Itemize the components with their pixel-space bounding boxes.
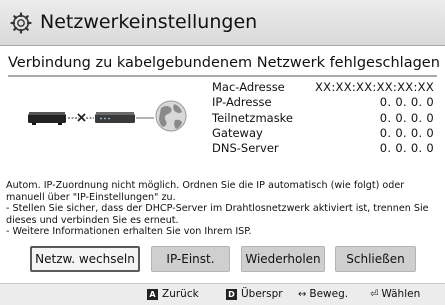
network-info-table: Mac-Adresse XX:XX:XX:XX:XX:XX IP-Adresse…	[212, 80, 434, 156]
info-value: 0. 0. 0. 0	[379, 141, 434, 156]
change-network-button[interactable]: Netzw. wechseln	[30, 246, 140, 272]
d-key-icon: D	[226, 288, 237, 300]
info-label: Mac-Adresse	[212, 80, 285, 94]
retry-button[interactable]: Wiederholen	[241, 246, 325, 272]
info-label: DNS-Server	[212, 141, 279, 156]
enter-icon: ⏎	[370, 288, 379, 300]
hint-label: Überspr	[241, 288, 283, 300]
hint-select[interactable]: ⏎ Wählen	[370, 288, 420, 300]
title-bar: Netzwerkeinstellungen	[0, 0, 445, 46]
info-row-ip: IP-Adresse 0. 0. 0. 0	[212, 95, 434, 110]
message-line: manuell über "IP-Einstellungen" zu.	[6, 191, 176, 203]
divider	[8, 75, 437, 77]
disconnected-link-icon	[68, 113, 94, 122]
hint-back[interactable]: A Zurück	[147, 288, 199, 300]
hint-move[interactable]: ↔ Beweg.	[298, 288, 348, 300]
info-value: XX:XX:XX:XX:XX:XX	[314, 80, 434, 94]
info-row-subnet: Teilnetzmaske 0. 0. 0. 0	[212, 111, 434, 126]
message-line: - Weitere Informationen erhalten Sie von…	[6, 226, 252, 238]
error-message: Autom. IP-Zuordnung nicht möglich. Ordne…	[6, 180, 438, 238]
hint-label: Zurück	[162, 288, 199, 300]
button-row: Netzw. wechseln IP-Einst. Wiederholen Sc…	[0, 246, 445, 274]
a-key-icon: A	[147, 288, 158, 300]
info-value: 0. 0. 0. 0	[379, 110, 434, 125]
close-button[interactable]: Schließen	[335, 246, 416, 272]
router-icon	[95, 112, 135, 123]
hint-label: Wählen	[381, 288, 421, 300]
ip-settings-button[interactable]: IP-Einst.	[151, 246, 230, 272]
dialog-title: Netzwerkeinstellungen	[40, 11, 258, 33]
gear-icon	[10, 12, 32, 34]
info-label: Teilnetzmaske	[212, 110, 294, 125]
info-label: Gateway	[212, 125, 263, 140]
info-row-dns: DNS-Server 0. 0. 0. 0	[212, 141, 434, 156]
internet-globe-icon	[155, 100, 187, 132]
message-line: dieses und verbinden Sie es erneut.	[6, 214, 179, 226]
info-value: 0. 0. 0. 0	[379, 125, 434, 140]
connection-status-heading: Verbindung zu kabelgebundenem Netzwerk f…	[8, 55, 440, 71]
hint-label: Beweg.	[309, 288, 349, 300]
message-line: - Stellen Sie sicher, dass der DHCP-Serv…	[6, 203, 429, 215]
message-line: Autom. IP-Zuordnung nicht möglich. Ordne…	[6, 180, 405, 191]
info-label: IP-Adresse	[212, 95, 272, 110]
footer-hints: A Zurück D Überspr ↔ Beweg. ⏎ Wählen	[0, 283, 445, 305]
network-settings-dialog: Netzwerkeinstellungen Verbindung zu kabe…	[0, 0, 445, 305]
info-row-gateway: Gateway 0. 0. 0. 0	[212, 126, 434, 141]
left-right-arrow-icon: ↔	[298, 288, 307, 300]
hint-skip[interactable]: D Überspr	[226, 288, 283, 300]
info-row-mac: Mac-Adresse XX:XX:XX:XX:XX:XX	[212, 80, 434, 95]
info-value: 0. 0. 0. 0	[379, 95, 434, 110]
player-device-icon	[28, 112, 66, 125]
network-connection-graphic	[28, 100, 187, 132]
